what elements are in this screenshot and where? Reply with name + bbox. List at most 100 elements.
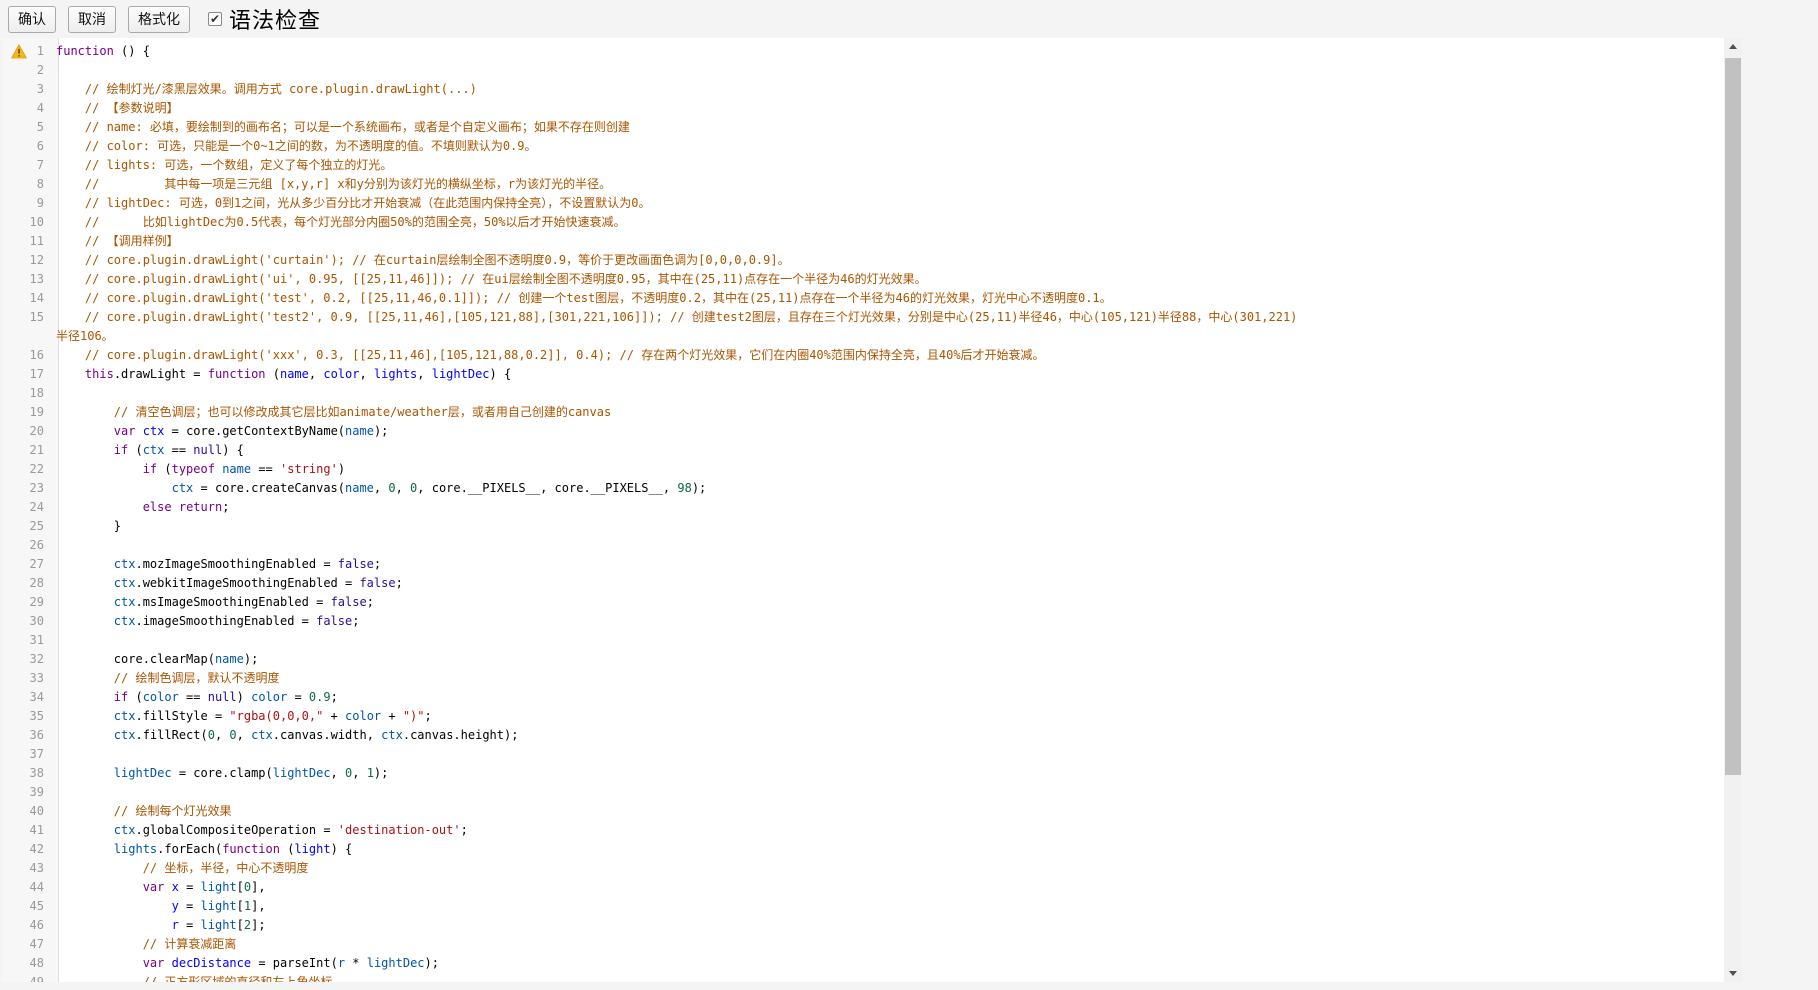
code-line-content[interactable]: var ctx = core.getContextByName(name); — [52, 422, 1724, 441]
code-line-content[interactable]: // core.plugin.drawLight('test', 0.2, [[… — [52, 289, 1724, 308]
code-line[interactable]: 49 // 正方形区域的直径和左上角坐标 — [2, 973, 1724, 982]
code-line-content[interactable]: if (typeof name == 'string') — [52, 460, 1724, 479]
confirm-button[interactable]: 确认 — [8, 6, 56, 33]
code-line-content[interactable]: // core.plugin.drawLight('test2', 0.9, [… — [52, 308, 1724, 346]
code-line-content[interactable]: ctx.fillStyle = "rgba(0,0,0," + color + … — [52, 707, 1724, 726]
code-line[interactable]: 13 // core.plugin.drawLight('ui', 0.95, … — [2, 270, 1724, 289]
code-line-content[interactable]: if (ctx == null) { — [52, 441, 1724, 460]
code-line-content[interactable]: } — [52, 517, 1724, 536]
code-line-content[interactable]: else return; — [52, 498, 1724, 517]
code-line[interactable]: 2 — [2, 61, 1724, 80]
code-line[interactable]: 4 // 【参数说明】 — [2, 99, 1724, 118]
code-line[interactable]: 40 // 绘制每个灯光效果 — [2, 802, 1724, 821]
code-line-content[interactable]: lightDec = core.clamp(lightDec, 0, 1); — [52, 764, 1724, 783]
code-line-content[interactable]: // 其中每一项是三元组 [x,y,r] x和y分别为该灯光的横纵坐标，r为该灯… — [52, 175, 1724, 194]
code-line[interactable]: 33 // 绘制色调层，默认不透明度 — [2, 669, 1724, 688]
code-line-content[interactable]: // 清空色调层；也可以修改成其它层比如animate/weather层，或者用… — [52, 403, 1724, 422]
code-line-content[interactable]: // 【参数说明】 — [52, 99, 1724, 118]
code-line-content[interactable]: // 比如lightDec为0.5代表，每个灯光部分内圈50%的范围全亮，50%… — [52, 213, 1724, 232]
code-line[interactable]: 22 if (typeof name == 'string') — [2, 460, 1724, 479]
code-line-content[interactable]: // 绘制每个灯光效果 — [52, 802, 1724, 821]
code-line[interactable]: 12 // core.plugin.drawLight('curtain'); … — [2, 251, 1724, 270]
editor-scrollbar[interactable] — [1724, 38, 1742, 982]
code-line-content[interactable]: y = light[1], — [52, 897, 1724, 916]
code-line[interactable]: 8 // 其中每一项是三元组 [x,y,r] x和y分别为该灯光的横纵坐标，r为… — [2, 175, 1724, 194]
code-line-content[interactable]: // 计算衰减距离 — [52, 935, 1724, 954]
code-line-content[interactable]: this.drawLight = function (name, color, … — [52, 365, 1724, 384]
code-line[interactable]: 9 // lightDec: 可选，0到1之间，光从多少百分比才开始衰减（在此范… — [2, 194, 1724, 213]
code-line-content[interactable]: // core.plugin.drawLight('xxx', 0.3, [[2… — [52, 346, 1724, 365]
code-line-content[interactable]: ctx.globalCompositeOperation = 'destinat… — [52, 821, 1724, 840]
code-line-content[interactable]: r = light[2]; — [52, 916, 1724, 935]
code-line[interactable]: 30 ctx.imageSmoothingEnabled = false; — [2, 612, 1724, 631]
code-line[interactable]: 37 — [2, 745, 1724, 764]
code-line-content[interactable]: // name: 必填，要绘制到的画布名；可以是一个系统画布，或者是个自定义画布… — [52, 118, 1724, 137]
code-line-content[interactable]: ctx.mozImageSmoothingEnabled = false; — [52, 555, 1724, 574]
code-line[interactable]: 38 lightDec = core.clamp(lightDec, 0, 1)… — [2, 764, 1724, 783]
scrollbar-up-arrow-icon[interactable] — [1724, 38, 1742, 55]
code-line-content[interactable]: ctx.fillRect(0, 0, ctx.canvas.width, ctx… — [52, 726, 1724, 745]
code-line[interactable]: 20 var ctx = core.getContextByName(name)… — [2, 422, 1724, 441]
code-line[interactable]: 31 — [2, 631, 1724, 650]
code-line-content[interactable]: function () { — [52, 42, 1724, 61]
code-line[interactable]: 1function () { — [2, 42, 1724, 61]
code-line-content[interactable]: // 绘制色调层，默认不透明度 — [52, 669, 1724, 688]
code-line[interactable]: 6 // color: 可选，只能是一个0~1之间的数，为不透明度的值。不填则默… — [2, 137, 1724, 156]
code-line-content[interactable]: // core.plugin.drawLight('ui', 0.95, [[2… — [52, 270, 1724, 289]
code-line[interactable]: 42 lights.forEach(function (light) { — [2, 840, 1724, 859]
code-line[interactable]: 25 } — [2, 517, 1724, 536]
code-line-content[interactable]: core.clearMap(name); — [52, 650, 1724, 669]
code-line-content[interactable]: // 绘制灯光/漆黑层效果。调用方式 core.plugin.drawLight… — [52, 80, 1724, 99]
code-line[interactable]: 29 ctx.msImageSmoothingEnabled = false; — [2, 593, 1724, 612]
code-line-content[interactable]: // 【调用样例】 — [52, 232, 1724, 251]
code-line[interactable]: 16 // core.plugin.drawLight('xxx', 0.3, … — [2, 346, 1724, 365]
code-line[interactable]: 21 if (ctx == null) { — [2, 441, 1724, 460]
syntax-check-checkbox[interactable]: ✔ — [208, 12, 222, 26]
code-line-content[interactable]: // lights: 可选，一个数组，定义了每个独立的灯光。 — [52, 156, 1724, 175]
code-line-content[interactable]: // lightDec: 可选，0到1之间，光从多少百分比才开始衰减（在此范围内… — [52, 194, 1724, 213]
code-line[interactable]: 7 // lights: 可选，一个数组，定义了每个独立的灯光。 — [2, 156, 1724, 175]
code-line[interactable]: 14 // core.plugin.drawLight('test', 0.2,… — [2, 289, 1724, 308]
code-line-content[interactable]: var x = light[0], — [52, 878, 1724, 897]
code-line-content[interactable]: ctx = core.createCanvas(name, 0, 0, core… — [52, 479, 1724, 498]
code-line-content[interactable]: var decDistance = parseInt(r * lightDec)… — [52, 954, 1724, 973]
scrollbar-thumb[interactable] — [1725, 58, 1741, 775]
code-line[interactable]: 47 // 计算衰减距离 — [2, 935, 1724, 954]
code-line-content[interactable]: ctx.webkitImageSmoothingEnabled = false; — [52, 574, 1724, 593]
code-line-content[interactable]: // color: 可选，只能是一个0~1之间的数，为不透明度的值。不填则默认为… — [52, 137, 1724, 156]
code-line[interactable]: 28 ctx.webkitImageSmoothingEnabled = fal… — [2, 574, 1724, 593]
code-line-content[interactable]: // 正方形区域的直径和左上角坐标 — [52, 973, 1724, 982]
code-line[interactable]: 48 var decDistance = parseInt(r * lightD… — [2, 954, 1724, 973]
code-line[interactable]: 39 — [2, 783, 1724, 802]
code-line[interactable]: 27 ctx.mozImageSmoothingEnabled = false; — [2, 555, 1724, 574]
code-line-content[interactable]: if (color == null) color = 0.9; — [52, 688, 1724, 707]
code-line[interactable]: 18 — [2, 384, 1724, 403]
code-line[interactable]: 17 this.drawLight = function (name, colo… — [2, 365, 1724, 384]
code-line-content[interactable]: lights.forEach(function (light) { — [52, 840, 1724, 859]
code-line[interactable]: 3 // 绘制灯光/漆黑层效果。调用方式 core.plugin.drawLig… — [2, 80, 1724, 99]
code-line-content[interactable]: // core.plugin.drawLight('curtain'); // … — [52, 251, 1724, 270]
format-button[interactable]: 格式化 — [128, 6, 190, 33]
code-line[interactable]: 23 ctx = core.createCanvas(name, 0, 0, c… — [2, 479, 1724, 498]
code-line[interactable]: 24 else return; — [2, 498, 1724, 517]
code-line-content[interactable]: // 坐标，半径，中心不透明度 — [52, 859, 1724, 878]
cancel-button[interactable]: 取消 — [68, 6, 116, 33]
code-line[interactable]: 41 ctx.globalCompositeOperation = 'desti… — [2, 821, 1724, 840]
code-line[interactable]: 34 if (color == null) color = 0.9; — [2, 688, 1724, 707]
code-editor[interactable]: 1function () {23 // 绘制灯光/漆黑层效果。调用方式 core… — [2, 38, 1742, 982]
code-line[interactable]: 32 core.clearMap(name); — [2, 650, 1724, 669]
code-line[interactable]: 43 // 坐标，半径，中心不透明度 — [2, 859, 1724, 878]
scrollbar-down-arrow-icon[interactable] — [1724, 965, 1742, 982]
code-line[interactable]: 11 // 【调用样例】 — [2, 232, 1724, 251]
code-line[interactable]: 10 // 比如lightDec为0.5代表，每个灯光部分内圈50%的范围全亮，… — [2, 213, 1724, 232]
code-line[interactable]: 36 ctx.fillRect(0, 0, ctx.canvas.width, … — [2, 726, 1724, 745]
code-line[interactable]: 15 // core.plugin.drawLight('test2', 0.9… — [2, 308, 1724, 346]
code-line[interactable]: 26 — [2, 536, 1724, 555]
code-line-content[interactable]: ctx.imageSmoothingEnabled = false; — [52, 612, 1724, 631]
code-line-content[interactable]: ctx.msImageSmoothingEnabled = false; — [52, 593, 1724, 612]
code-line[interactable]: 46 r = light[2]; — [2, 916, 1724, 935]
code-line[interactable]: 5 // name: 必填，要绘制到的画布名；可以是一个系统画布，或者是个自定义… — [2, 118, 1724, 137]
code-line[interactable]: 45 y = light[1], — [2, 897, 1724, 916]
code-line[interactable]: 44 var x = light[0], — [2, 878, 1724, 897]
code-line[interactable]: 19 // 清空色调层；也可以修改成其它层比如animate/weather层，… — [2, 403, 1724, 422]
